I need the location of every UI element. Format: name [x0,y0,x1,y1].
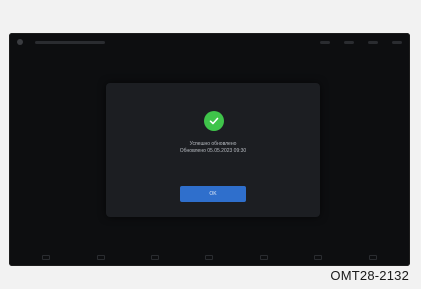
ok-button[interactable]: OK [180,186,246,202]
dialog-message: Успешно обновлено Обновлено 05.05.2023 0… [106,141,320,155]
status-item [344,40,354,44]
status-indicator-icon [17,39,23,45]
dialog-message-line1: Успешно обновлено [189,141,237,147]
nav-icon[interactable] [314,254,323,260]
nav-icon[interactable] [205,254,214,260]
status-bar-right [320,40,402,44]
status-item [368,40,378,44]
photo-frame: Успешно обновлено Обновлено 05.05.2023 0… [0,0,421,289]
display-screen: Успешно обновлено Обновлено 05.05.2023 0… [9,33,410,266]
status-item [320,40,330,44]
figure-caption: OMT28-2132 [330,268,409,283]
success-check-icon [204,111,224,131]
nav-icon[interactable] [151,254,160,260]
nav-icon[interactable] [259,254,268,260]
nav-icon[interactable] [42,254,51,260]
bottom-nav-bar [9,248,410,266]
status-item [392,40,402,44]
status-bar [9,33,410,51]
nav-icon[interactable] [96,254,105,260]
update-success-dialog: Успешно обновлено Обновлено 05.05.2023 0… [106,83,320,217]
nav-icon[interactable] [368,254,377,260]
status-bar-text [35,40,105,44]
dialog-message-line2: Обновлено 05.05.2023 09:30 [179,148,247,154]
